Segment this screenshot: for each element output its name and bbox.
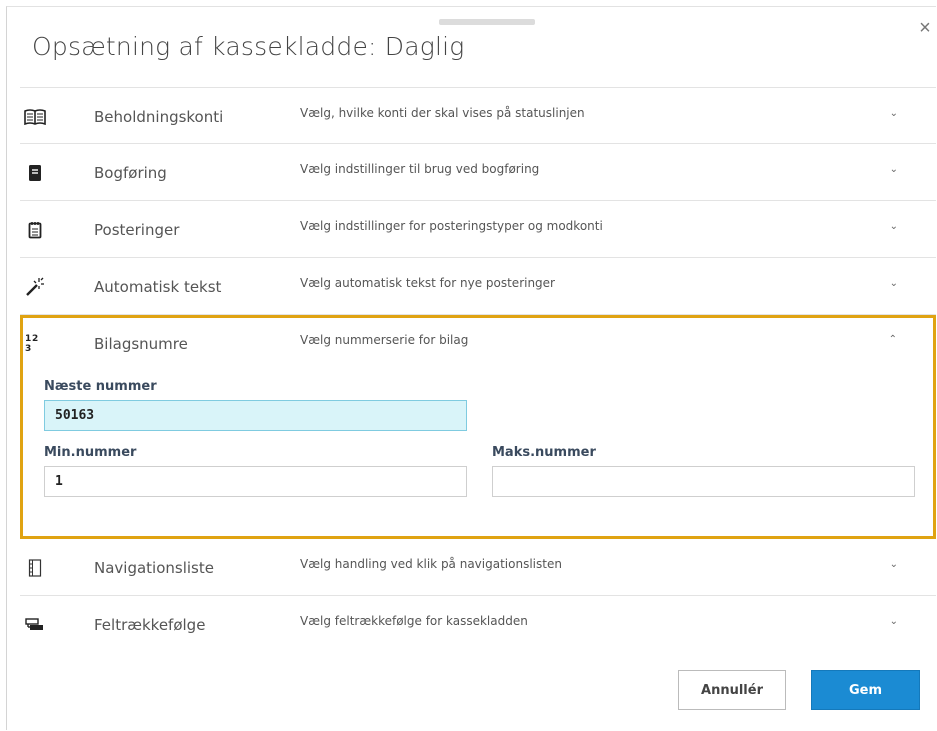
section-feltraekkefolge[interactable]: Feltrækkefølge Vælg feltrækkefølge for k… [20,596,936,653]
svg-text:2: 2 [32,334,38,344]
section-name: Automatisk tekst [94,278,222,296]
cancel-button[interactable]: Annullér [678,670,786,710]
chevron-down-icon[interactable]: ⌄ [890,616,898,627]
settings-sections: Beholdningskonti Vælg, hvilke konti der … [20,87,936,653]
section-name: Beholdningskonti [94,108,224,126]
section-description: Vælg automatisk tekst for nye posteringe… [300,276,555,290]
section-description: Vælg, hvilke konti der skal vises på sta… [300,106,585,120]
svg-text:3: 3 [25,344,31,353]
section-description: Vælg indstillinger til brug ved bogførin… [300,162,540,176]
navigation-list-icon [24,557,46,579]
next-number-label: Næste nummer [44,379,157,394]
section-name: Bilagsnumre [94,335,188,353]
max-number-label: Maks.nummer [492,445,596,460]
tab-order-icon [24,614,46,636]
dialog-title: Opsætning af kassekladde: Daglig [32,32,465,61]
section-automatisk-tekst[interactable]: Automatisk tekst Vælg automatisk tekst f… [20,258,936,315]
numbers-123-icon: 1 2 3 [25,333,41,355]
section-description: Vælg handling ved klik på navigationslis… [300,557,562,571]
max-number-field[interactable] [492,466,915,497]
chevron-down-icon[interactable]: ⌄ [890,221,898,232]
section-beholdningskonti[interactable]: Beholdningskonti Vælg, hvilke konti der … [20,87,936,144]
book-open-icon [24,106,46,128]
notepad-icon [24,219,46,241]
chevron-down-icon[interactable]: ⌄ [890,108,898,119]
section-navigationsliste[interactable]: Navigationsliste Vælg handling ved klik … [20,539,936,596]
close-icon[interactable]: × [914,17,936,39]
section-description: Vælg nummerserie for bilag [300,333,469,347]
section-bilagsnumre-expanded: 1 2 3 Bilagsnumre Vælg nummerserie for b… [20,315,936,539]
section-description: Vælg feltrækkefølge for kassekladden [300,614,528,628]
section-name: Feltrækkefølge [94,616,206,634]
section-description: Vælg indstillinger for posteringstyper o… [300,219,603,233]
section-name: Bogføring [94,164,167,182]
chevron-down-icon[interactable]: ⌄ [890,559,898,570]
section-name: Posteringer [94,221,180,239]
section-bilagsnumre-header[interactable]: 1 2 3 Bilagsnumre Vælg nummerserie for b… [23,318,933,376]
next-number-field[interactable]: 50163 [44,400,467,431]
section-posteringer[interactable]: Posteringer Vælg indstillinger for poste… [20,201,936,258]
chevron-up-icon[interactable]: ⌃ [889,334,897,345]
ledger-book-icon [24,162,46,184]
min-number-label: Min.nummer [44,445,137,460]
svg-text:1: 1 [25,334,31,344]
chevron-down-icon[interactable]: ⌄ [890,164,898,175]
min-number-field[interactable]: 1 [44,466,467,497]
save-button[interactable]: Gem [811,670,920,710]
drag-handle[interactable] [439,19,535,25]
magic-wand-icon [24,276,46,298]
section-name: Navigationsliste [94,559,214,577]
section-bogforing[interactable]: Bogføring Vælg indstillinger til brug ve… [20,144,936,201]
chevron-down-icon[interactable]: ⌄ [890,278,898,289]
